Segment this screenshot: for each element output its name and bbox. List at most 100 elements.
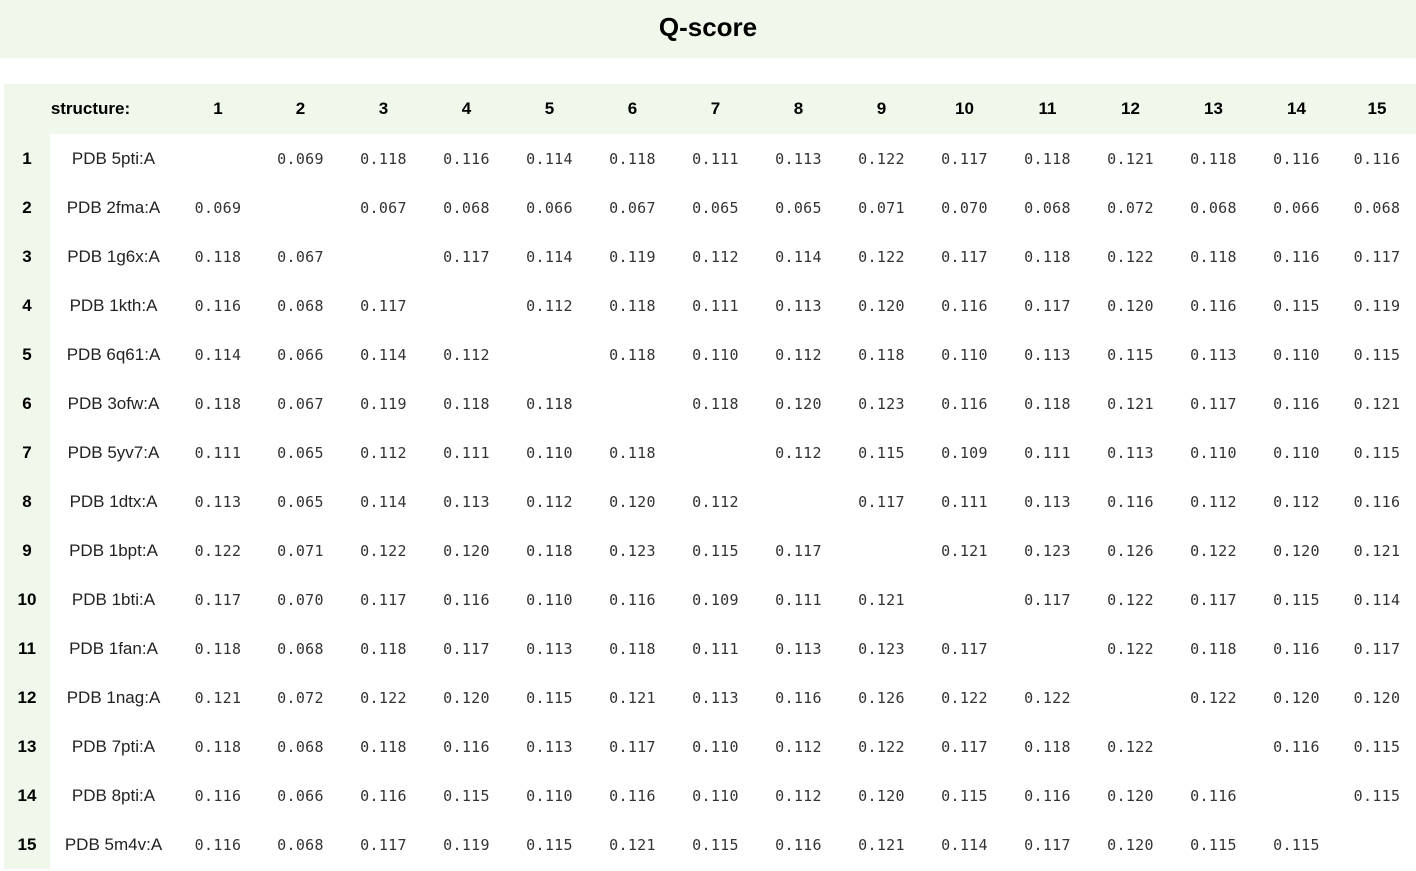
q-score-cell: 0.122 [360,688,407,707]
q-score-cell: 0.123 [1024,541,1071,560]
q-score-cell: 0.118 [1024,394,1071,413]
q-score-cell: 0.118 [443,394,490,413]
q-score-cell: 0.119 [360,394,407,413]
q-score-cell: 0.118 [692,394,739,413]
column-header: 4 [425,84,508,134]
q-score-cell: 0.112 [692,492,739,511]
row-index: 14 [4,771,50,820]
row-index: 3 [4,232,50,281]
q-score-cell: 0.066 [526,198,573,217]
q-score-cell: 0.070 [277,590,324,609]
structure-label: PDB 1bpt:A [69,540,158,560]
q-score-cell: 0.068 [1024,198,1071,217]
q-score-cell: 0.111 [1024,443,1071,462]
table-row: 5 PDB 6q61:A 0.114 0.066 0.114 0.112 0.118 0.11… [4,330,1416,379]
table-row: 6 PDB 3ofw:A 0.118 0.067 0.119 0.118 0.118 0.11… [4,379,1416,428]
q-score-cell: 0.115 [1353,786,1401,805]
q-score-cell: 0.069 [194,198,242,217]
q-score-cell: 0.120 [609,492,656,511]
q-score-cell: 0.114 [526,149,573,168]
q-score-cell: 0.123 [858,639,905,658]
q-score-cell: 0.118 [609,443,656,462]
q-score-cell: 0.067 [609,198,656,217]
table-row: 8 PDB 1dtx:A 0.113 0.065 0.114 0.113 0.112 0.12… [4,477,1416,526]
q-score-cell: 0.112 [775,443,822,462]
q-score-cell: 0.120 [1273,541,1320,560]
q-score-cell: 0.114 [194,345,242,364]
q-score-cell: 0.123 [858,394,905,413]
q-score-cell: 0.116 [1273,149,1320,168]
q-score-cell: 0.109 [941,443,988,462]
q-score-cell: 0.120 [1273,688,1320,707]
q-score-cell [342,232,425,281]
q-score-cell: 0.113 [692,688,739,707]
structure-label: PDB 8pti:A [71,785,156,805]
q-score-cell: 0.122 [858,737,905,756]
row-index: 9 [4,526,50,575]
column-header: 15 [1338,84,1416,134]
q-score-cell: 0.110 [526,786,573,805]
q-score-cell: 0.111 [692,639,739,658]
q-score-cell: 0.113 [775,149,822,168]
q-score-cell: 0.111 [692,296,739,315]
q-score-cell: 0.115 [692,541,739,560]
q-score-cell: 0.113 [1024,492,1071,511]
q-score-cell: 0.119 [609,247,656,266]
title-bar: Q-score [0,0,1416,58]
q-score-cell: 0.121 [1107,394,1154,413]
q-score-cell: 0.117 [941,247,988,266]
q-score-cell: 0.115 [1273,296,1320,315]
structure-label: PDB 1dtx:A [69,491,158,511]
structure-label: PDB 6q61:A [66,344,161,364]
column-header: 10 [923,84,1006,134]
q-score-cell: 0.118 [194,394,242,413]
q-score-cell: 0.116 [1273,247,1320,266]
q-score-cell: 0.068 [443,198,490,217]
q-score-cell: 0.114 [360,492,407,511]
q-score-cell: 0.116 [1024,786,1071,805]
q-score-cell [259,183,342,232]
column-header: 1 [177,84,259,134]
structure-label: PDB 1bti:A [71,589,156,609]
q-score-cell: 0.115 [1353,443,1401,462]
q-score-cell: 0.116 [609,590,656,609]
q-score-cell: 0.112 [1190,492,1237,511]
q-score-cell: 0.117 [941,639,988,658]
table-header-row: structure: 1 2 3 4 5 6 7 8 9 10 11 12 13 14 15 [4,84,1416,134]
q-score-cell: 0.111 [194,443,242,462]
q-score-cell: 0.115 [941,786,988,805]
column-header: 8 [757,84,840,134]
q-score-cell: 0.112 [692,247,739,266]
q-score-cell: 0.117 [1024,296,1071,315]
q-score-cell: 0.112 [775,345,822,364]
column-header: 12 [1089,84,1172,134]
row-index: 10 [4,575,50,624]
q-score-cell: 0.121 [194,688,242,707]
q-score-cell: 0.113 [194,492,242,511]
q-score-cell: 0.110 [1273,345,1320,364]
row-index: 1 [4,134,50,183]
q-score-cell: 0.117 [443,639,490,658]
q-score-cell: 0.116 [194,835,242,854]
q-score-cell: 0.117 [858,492,905,511]
column-header: 7 [674,84,757,134]
q-score-cell: 0.115 [526,688,573,707]
q-score-cell: 0.117 [194,590,242,609]
structure-label: PDB 3ofw:A [67,393,160,413]
q-score-cell [1089,673,1172,722]
q-score-cell: 0.072 [277,688,324,707]
q-score-cell: 0.116 [1190,786,1237,805]
q-score-cell: 0.110 [692,737,739,756]
q-score-cell: 0.112 [526,296,573,315]
q-score-cell: 0.110 [1190,443,1237,462]
q-score-cell: 0.120 [443,541,490,560]
structure-label: PDB 5m4v:A [64,834,163,854]
q-score-cell: 0.112 [775,786,822,805]
q-score-cell: 0.112 [360,443,407,462]
table-row: 9 PDB 1bpt:A 0.122 0.071 0.122 0.120 0.118 0.12… [4,526,1416,575]
q-score-cell: 0.122 [858,247,905,266]
q-score-cell: 0.118 [526,394,573,413]
row-index: 6 [4,379,50,428]
q-score-cell: 0.122 [1107,247,1154,266]
q-score-cell: 0.116 [1107,492,1154,511]
